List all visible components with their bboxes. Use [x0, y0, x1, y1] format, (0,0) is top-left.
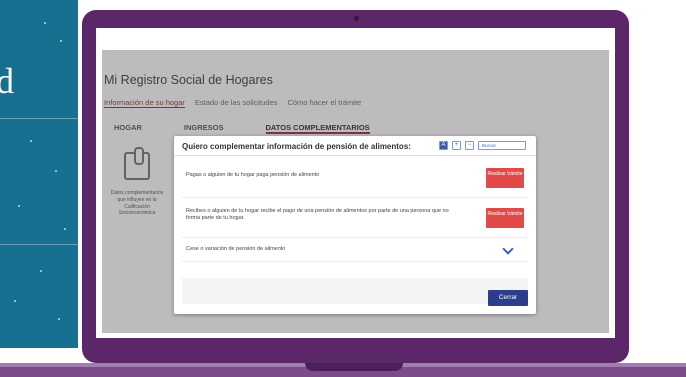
list-item-recibir-pension: Recibes o alguien de tu hogar recibe el …	[182, 200, 528, 238]
row-label: Cese o variación de pensión de alimento	[186, 246, 286, 252]
camera-icon	[354, 16, 359, 21]
realizar-tramite-button[interactable]: Realizar trámite	[486, 208, 524, 228]
search-input[interactable]: Buscar	[478, 141, 526, 150]
modal-title: Quiero complementar información de pensi…	[182, 142, 411, 151]
decorative-side-panel: d	[0, 0, 78, 348]
decorative-dot	[18, 205, 20, 207]
close-button[interactable]: Cerrar	[488, 290, 528, 306]
modal-header: Quiero complementar información de pensi…	[174, 136, 536, 156]
decorative-dot	[60, 40, 62, 42]
decorative-dot	[14, 300, 16, 302]
decorative-dot	[30, 140, 32, 142]
laptop-screen: Mi Registro Social de Hogares Informació…	[96, 28, 615, 338]
row-label: Recibes o alguien de tu hogar recibe el …	[186, 208, 449, 222]
decorative-dot	[44, 22, 46, 24]
row-label: Pagas o alguien de tu hogar paga pensión…	[186, 172, 320, 178]
divider	[0, 244, 78, 245]
list-item-pagar-pension: Pagas o alguien de tu hogar paga pensión…	[182, 162, 528, 198]
zoom-out-button[interactable]: −	[465, 141, 474, 150]
accessibility-controls: A + − Buscar	[439, 141, 526, 150]
expanded-content-area	[182, 278, 528, 304]
decorative-dot	[58, 318, 60, 320]
list-item-cese-pension[interactable]: Cese o variación de pensión de alimento	[182, 240, 528, 262]
decorative-dot	[64, 228, 66, 230]
font-size-button[interactable]: A	[439, 141, 448, 150]
zoom-in-button[interactable]: +	[452, 141, 461, 150]
decorative-letter: d	[0, 61, 14, 101]
realizar-tramite-button[interactable]: Realizar trámite	[486, 168, 524, 188]
decorative-dot	[55, 170, 57, 172]
decorative-dot	[40, 270, 42, 272]
pension-modal: Quiero complementar información de pensi…	[174, 136, 536, 314]
divider	[0, 118, 78, 119]
laptop-hinge	[305, 363, 403, 371]
chevron-down-icon[interactable]	[502, 243, 514, 255]
app-window: Mi Registro Social de Hogares Informació…	[102, 50, 609, 333]
